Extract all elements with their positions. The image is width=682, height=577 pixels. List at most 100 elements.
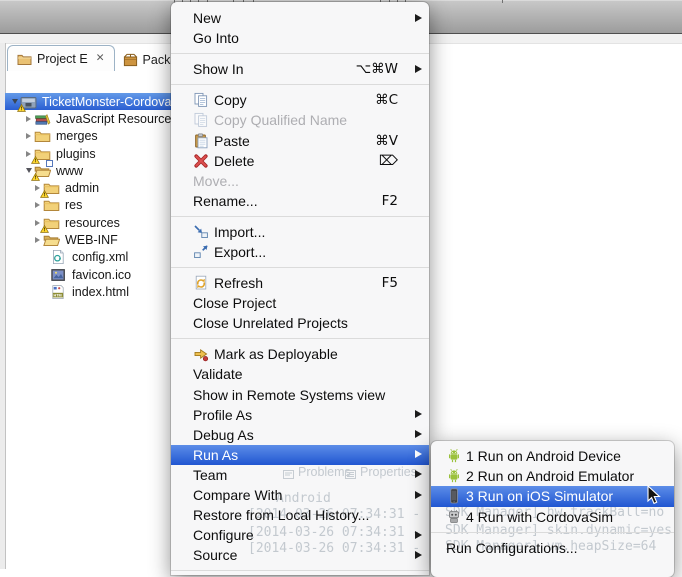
menu-item-paste[interactable]: Paste⌘V: [171, 130, 429, 150]
ios-icon: [446, 488, 462, 504]
menu-item-export[interactable]: Export...: [171, 242, 429, 262]
menu-item-label: Configure: [193, 527, 254, 543]
submenu-item-1-run-on-android-device[interactable]: 1 Run on Android Device: [431, 446, 674, 466]
tree-item-favicon-ico[interactable]: favicon.ico: [5, 266, 171, 283]
tab-project-explorer[interactable]: Project E ✕: [7, 45, 115, 71]
toolbar-tick: [502, 0, 503, 3]
tree-item-admin[interactable]: admin: [5, 179, 171, 196]
tree-item-icon-wrap: [50, 249, 67, 265]
submenu-item-run-configurations[interactable]: Run Configurations...: [431, 538, 674, 558]
project-explorer-tree: TicketMonster-CordovaJavaScript Resource…: [5, 93, 171, 301]
submenu-item-2-run-on-android-emulator[interactable]: 2 Run on Android Emulator: [431, 466, 674, 486]
menu-item-label: Move...: [193, 173, 239, 189]
menu-item-show-in-remote-systems-view[interactable]: Show in Remote Systems view: [171, 385, 429, 405]
expand-arrow-icon[interactable]: [32, 202, 43, 208]
expand-arrow-icon[interactable]: [23, 133, 34, 139]
menu-item-move[interactable]: Move...: [171, 171, 429, 191]
menu-item-delete[interactable]: Delete⌦: [171, 151, 429, 171]
tree-item-icon-wrap: [34, 111, 51, 127]
menu-item-label: Refresh: [214, 275, 263, 291]
warning-overlay-icon: [31, 173, 40, 181]
tree-item-javascript-resources[interactable]: JavaScript Resources: [5, 110, 171, 127]
menu-item-label: Source: [193, 547, 237, 563]
menu-item-mark-as-deployable[interactable]: Mark as Deployable: [171, 344, 429, 364]
tree-item-icon-wrap: HTM: [50, 284, 67, 300]
menu-item-compare-with[interactable]: Compare With: [171, 485, 429, 505]
menu-item-close-unrelated-projects[interactable]: Close Unrelated Projects: [171, 313, 429, 333]
tree-item-icon-wrap: [50, 267, 67, 283]
menu-item-rename[interactable]: Rename... F2: [171, 191, 429, 211]
menu-item-close-project[interactable]: Close Project: [171, 293, 429, 313]
menu-item-label: Profile As: [193, 407, 252, 423]
tree-item-plugins[interactable]: plugins: [5, 145, 171, 162]
view-tabbar: Project E ✕ Packag: [7, 44, 192, 71]
toolbar-highlight: [0, 0, 682, 1]
tree-item-label: admin: [65, 181, 99, 195]
menu-item-team[interactable]: Team: [171, 465, 429, 485]
tree-item-label: WEB-INF: [65, 233, 118, 247]
tree-item-merges[interactable]: merges: [5, 128, 171, 145]
tree-item-index-html[interactable]: HTMindex.html: [5, 283, 171, 300]
menu-item-import[interactable]: Import...: [171, 222, 429, 242]
menu-item-refresh[interactable]: Refresh F5: [171, 273, 429, 293]
menu-item-shortcut: ⌦: [379, 153, 398, 169]
menu-item-shortcut: F2: [382, 193, 398, 209]
submenu-arrow-icon: [415, 470, 422, 478]
menu-separator: [171, 267, 429, 268]
tree-item-res[interactable]: res: [5, 197, 171, 214]
menu-item-source[interactable]: Source: [171, 545, 429, 565]
tree-item-icon-wrap: [43, 232, 60, 248]
tree-item-www[interactable]: www: [5, 162, 171, 179]
menu-item-show-in[interactable]: Show In⌥⌘W: [171, 59, 429, 79]
refresh-icon: [193, 275, 209, 291]
tree-item-label: plugins: [56, 147, 96, 161]
expand-arrow-icon[interactable]: [23, 116, 34, 122]
submenu-arrow-icon: [415, 450, 422, 458]
folder-open-icon: [43, 232, 60, 248]
expand-arrow-icon[interactable]: [32, 237, 43, 243]
menu-item-label: Compare With: [193, 487, 282, 503]
menu-item-new[interactable]: New: [171, 8, 429, 28]
menu-item-profile-as[interactable]: Profile As: [171, 405, 429, 425]
svg-text:HTM: HTM: [54, 293, 62, 297]
menu-item-shortcut: F5: [382, 275, 398, 291]
tree-item-web-inf[interactable]: WEB-INF: [5, 231, 171, 248]
menu-item-validate[interactable]: Validate: [171, 364, 429, 384]
tree-item-resources[interactable]: resources: [5, 214, 171, 231]
menu-item-copy-qualified-name[interactable]: Copy Qualified Name: [171, 110, 429, 130]
menu-item-label: Run As: [193, 447, 238, 463]
submenu-item-3-run-on-ios-simulator[interactable]: 3 Run on iOS Simulator: [431, 486, 674, 506]
menu-item-label: Restore from Local History...: [193, 507, 369, 523]
tree-item-label: merges: [56, 129, 98, 143]
tree-item-config-xml[interactable]: config.xml: [5, 249, 171, 266]
menu-item-shortcut: ⌘C: [375, 92, 398, 108]
menu-separator: [171, 84, 429, 85]
menu-item-label: Go Into: [193, 30, 239, 46]
folder-icon: [43, 197, 60, 213]
menu-item-label: Team: [193, 467, 227, 483]
copy-icon: [193, 92, 209, 108]
menu-item-go-into[interactable]: Go Into: [171, 28, 429, 48]
context-menu: Problems Properties Android [2014-03-26 …: [171, 2, 429, 575]
menu-item-run-as[interactable]: Run As: [171, 445, 429, 465]
menu-item-label: 3 Run on iOS Simulator: [466, 488, 613, 504]
tree-item-ticketmonster-cordova[interactable]: TicketMonster-Cordova: [5, 93, 171, 110]
menu-item-restore-from-local-history[interactable]: Restore from Local History...: [171, 505, 429, 525]
tree-item-label: favicon.ico: [72, 268, 131, 282]
menu-item-label: Show In: [193, 61, 244, 77]
tab-close-icon[interactable]: ✕: [96, 53, 105, 64]
eclipse-window: { "tabs": { "active": {"label": "Project…: [0, 0, 682, 569]
submenu-item-4-run-with-cordovasim[interactable]: 4 Run with CordovaSim: [431, 507, 674, 527]
tree-item-icon-wrap: [43, 180, 60, 196]
tree-item-label: www: [56, 164, 83, 178]
menu-item-copy[interactable]: Copy⌘C: [171, 90, 429, 110]
menu-separator: [171, 216, 429, 217]
xml-file-icon: [50, 249, 67, 265]
menu-item-label: Rename...: [193, 193, 258, 209]
menu-item-label: Close Unrelated Projects: [193, 315, 348, 331]
menu-item-debug-as[interactable]: Debug As: [171, 425, 429, 445]
menu-item-label: 4 Run with CordovaSim: [466, 509, 613, 525]
menu-item-configure[interactable]: Configure: [171, 525, 429, 545]
menu-item-label: Debug As: [193, 427, 254, 443]
menu-item-label: Copy Qualified Name: [214, 112, 347, 128]
